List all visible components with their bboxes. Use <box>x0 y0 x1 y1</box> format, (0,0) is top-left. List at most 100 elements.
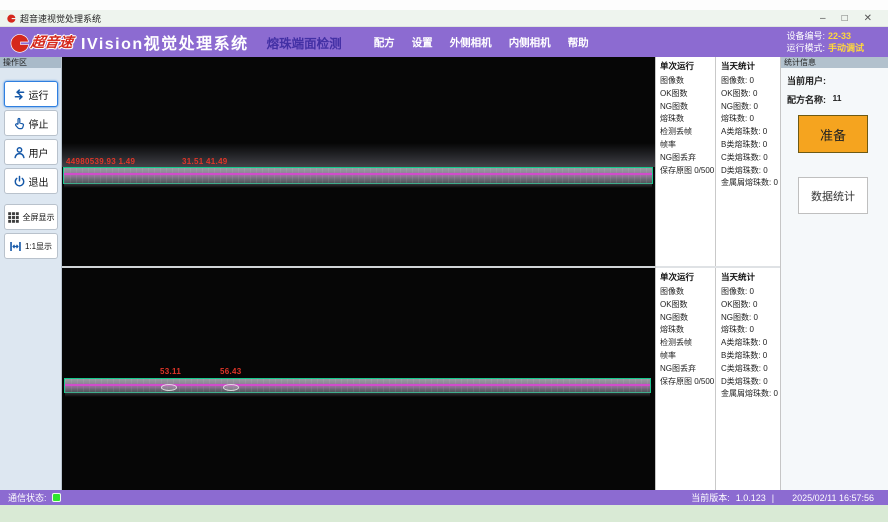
stat-row: D类熔珠数: 0 <box>721 165 780 178</box>
stat-row: D类熔珠数: 0 <box>721 376 780 389</box>
device-info: 设备编号:22-33 运行模式:手动调试 <box>786 30 864 54</box>
detection-region <box>63 167 653 184</box>
window-controls: – □ ✕ <box>820 13 872 24</box>
laser-line <box>65 384 650 386</box>
stat-row: 检测丢帧 <box>660 337 715 350</box>
measurement-annotation: 53.11 <box>160 367 181 376</box>
maximize-button[interactable]: □ <box>842 13 848 24</box>
exit-icon <box>13 175 26 188</box>
bead-marker <box>223 384 239 391</box>
info-panel: 统计信息 当前用户: 配方名称: 11 准备 数据统计 <box>780 57 888 490</box>
user-icon <box>13 146 26 159</box>
stat-row: B类熔珠数: 0 <box>721 139 780 152</box>
close-button[interactable]: ✕ <box>864 13 872 24</box>
sidebar-button-one-to-one[interactable]: 1:1显示 <box>4 233 58 259</box>
menu-item-4[interactable]: 内侧相机 <box>509 35 551 50</box>
run-mode-label: 运行模式: <box>786 43 825 53</box>
sidebar-button-stop[interactable]: 停止 <box>4 110 58 136</box>
stat-row: 熔珠数: 0 <box>721 113 780 126</box>
version-label: 当前版本: <box>691 491 730 504</box>
run-icon <box>13 88 26 101</box>
stat-row: A类熔珠数: 0 <box>721 337 780 350</box>
sidebar-button-label: 运行 <box>29 87 49 102</box>
window-titlebar: 超音速视觉处理系统 – □ ✕ <box>0 10 888 27</box>
daily-stats-title: 当天统计 <box>721 60 780 72</box>
stat-row: 检测丢帧 <box>660 126 715 139</box>
menu-item-3[interactable]: 外侧相机 <box>450 35 492 50</box>
menu-item-2[interactable]: 设置 <box>412 35 433 50</box>
stat-row: 图像数: 0 <box>721 286 780 299</box>
measurement-annotation: 44980539.93 1.49 <box>66 157 135 166</box>
app-icon <box>6 13 16 23</box>
app-header: 超音速 IVision视觉处理系统 熔珠端面检测 配方设置外侧相机内侧相机帮助 … <box>0 27 888 57</box>
stat-row: OK图数: 0 <box>721 299 780 312</box>
one-to-one-icon <box>9 240 22 253</box>
single-run-title: 单次运行 <box>660 60 715 72</box>
stat-row: C类熔珠数: 0 <box>721 363 780 376</box>
camera-views: 44980539.93 1.4931.51 41.49 53.1156.43 <box>62 57 655 490</box>
single-run-column: 单次运行图像数OK图数NG图数熔珠数检测丢帧帧率NG图丢弃保存原图 0/500 <box>656 57 716 266</box>
sidebar-button-fullscreen[interactable]: 全屏显示 <box>4 204 58 230</box>
stat-row: 金属屑熔珠数: 0 <box>721 177 780 190</box>
desktop-background <box>0 505 888 522</box>
stat-row: 帧率 <box>660 350 715 363</box>
single-run-column: 单次运行图像数OK图数NG图数熔珠数检测丢帧帧率NG图丢弃保存原图 0/500 <box>656 268 716 490</box>
prepare-button[interactable]: 准备 <box>798 115 868 153</box>
stat-row: 图像数 <box>660 75 715 88</box>
sidebar-button-label: 用户 <box>29 145 49 160</box>
version-value: 1.0.123 <box>736 493 766 503</box>
stat-row: 熔珠数 <box>660 113 715 126</box>
status-bar: 通信状态: 当前版本: 1.0.123 | 2025/02/11 16:57:5… <box>0 490 888 505</box>
sidebar-button-user[interactable]: 用户 <box>4 139 58 165</box>
sidebar-title: 操作区 <box>0 57 61 68</box>
stat-row: 保存原图 0/500 <box>660 376 715 389</box>
stat-row: NG图数: 0 <box>721 312 780 325</box>
stat-row: 金属屑熔珠数: 0 <box>721 388 780 401</box>
laser-line <box>64 173 652 175</box>
minimize-button[interactable]: – <box>820 13 826 24</box>
menu-item-5[interactable]: 帮助 <box>568 35 589 50</box>
stat-row: 熔珠数 <box>660 324 715 337</box>
fullscreen-icon <box>7 211 20 224</box>
status-separator: | <box>772 493 774 503</box>
camera-view-outer[interactable]: 44980539.93 1.4931.51 41.49 <box>62 57 655 266</box>
menu-bar: 配方 设置 外侧相机 内侧相机 帮助 <box>374 35 589 50</box>
stat-row: 图像数 <box>660 286 715 299</box>
main-content: 操作区 运行停止用户退出全屏显示 1:1显示 44980539.93 1.4931… <box>0 57 888 490</box>
reflection-band <box>62 143 655 167</box>
current-user-label: 当前用户: <box>787 76 826 86</box>
stat-row: C类熔珠数: 0 <box>721 152 780 165</box>
sidebar-buttons: 运行停止用户退出全屏显示 1:1显示 <box>0 68 61 259</box>
sidebar-button-exit[interactable]: 退出 <box>4 168 58 194</box>
stat-row: 图像数: 0 <box>721 75 780 88</box>
single-run-title: 单次运行 <box>660 271 715 283</box>
app-title: IVision视觉处理系统 <box>81 30 249 54</box>
stat-row: B类熔珠数: 0 <box>721 350 780 363</box>
sidebar-button-run[interactable]: 运行 <box>4 81 58 107</box>
run-mode-value: 手动调试 <box>828 43 864 53</box>
bead-marker <box>161 384 177 391</box>
app-subtitle: 熔珠端面检测 <box>267 33 342 52</box>
window-title: 超音速视觉处理系统 <box>20 12 101 25</box>
datetime: 2025/02/11 16:57:56 <box>792 493 874 503</box>
data-statistics-button[interactable]: 数据统计 <box>798 177 868 214</box>
comm-status-label: 通信状态: <box>8 491 47 504</box>
device-number-value: 22-33 <box>828 31 851 41</box>
stat-row: OK图数 <box>660 88 715 101</box>
stat-row: OK图数 <box>660 299 715 312</box>
detection-region <box>64 378 651 393</box>
stop-icon <box>13 117 26 130</box>
info-panel-title: 统计信息 <box>781 57 888 68</box>
stats-panel-inner: 单次运行图像数OK图数NG图数熔珠数检测丢帧帧率NG图丢弃保存原图 0/500当… <box>656 268 780 490</box>
stat-row: 保存原图 0/500 <box>660 165 715 178</box>
daily-stats-column: 当天统计图像数: 0OK图数: 0NG图数: 0熔珠数: 0A类熔珠数: 0B类… <box>716 268 780 490</box>
recipe-name-label: 配方名称: <box>787 95 826 105</box>
desktop: 超音速视觉处理系统 – □ ✕ 超音速 IVision视觉处理系统 熔珠端面检测… <box>0 0 888 522</box>
stat-row: NG图丢弃 <box>660 152 715 165</box>
brand-name: 超音速 <box>30 32 75 52</box>
sidebar-button-label: 停止 <box>29 116 49 131</box>
camera-view-inner[interactable]: 53.1156.43 <box>62 268 655 490</box>
menu-item-1[interactable]: 配方 <box>374 35 395 50</box>
sidebar-button-label: 1:1显示 <box>25 241 52 252</box>
stat-row: 熔珠数: 0 <box>721 324 780 337</box>
